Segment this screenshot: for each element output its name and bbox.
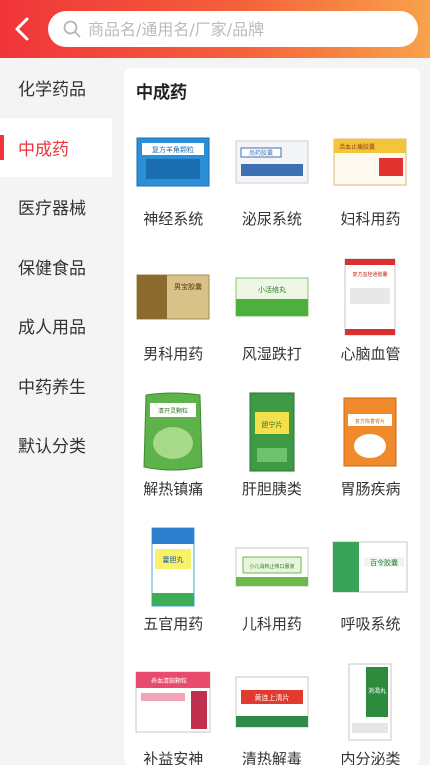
category-label: 神经系统 bbox=[143, 210, 204, 228]
category-tonic-sedative[interactable]: 养血清脑颗粒 补益安神 bbox=[124, 660, 223, 765]
svg-text:小活络丸: 小活络丸 bbox=[258, 285, 286, 294]
product-image: 百令胶囊 bbox=[331, 525, 409, 609]
category-sidebar: 化学药品 中成药 医疗器械 保健食品 成人用品 中药养生 默认分类 bbox=[0, 58, 112, 765]
svg-text:男宝胶囊: 男宝胶囊 bbox=[174, 282, 202, 291]
category-label: 妇科用药 bbox=[340, 210, 401, 228]
svg-text:小儿消积止咳口服液: 小儿消积止咳口服液 bbox=[249, 563, 294, 570]
category-label: 清热解毒 bbox=[241, 750, 302, 765]
category-andrology[interactable]: 男宝胶囊 男科用药 bbox=[124, 255, 223, 390]
sidebar-item-label: 保健食品 bbox=[18, 258, 86, 279]
product-image: 清开灵颗粒 bbox=[134, 390, 212, 474]
sidebar-item-adult-products[interactable]: 成人用品 bbox=[0, 296, 112, 356]
search-box[interactable] bbox=[48, 11, 418, 47]
svg-text:复方陈香胃片: 复方陈香胃片 bbox=[355, 418, 385, 425]
category-label: 内分泌类 bbox=[340, 750, 401, 765]
section-title: 中成药 bbox=[136, 83, 187, 103]
chevron-left-icon bbox=[15, 17, 29, 41]
sidebar-item-label: 默认分类 bbox=[18, 437, 86, 458]
category-respiratory[interactable]: 百令胶囊 呼吸系统 bbox=[321, 525, 420, 660]
category-label: 解热镇痛 bbox=[143, 480, 204, 498]
sidebar-item-medical-devices[interactable]: 医疗器械 bbox=[0, 177, 112, 237]
product-image: 胆宁片 bbox=[233, 390, 311, 474]
category-label: 儿科用药 bbox=[241, 615, 302, 633]
sidebar-item-tcm-wellness[interactable]: 中药养生 bbox=[0, 355, 112, 415]
category-label: 呼吸系统 bbox=[340, 615, 401, 633]
svg-text:养血清脑颗粒: 养血清脑颗粒 bbox=[151, 677, 187, 685]
product-image: 活血止痛胶囊 bbox=[331, 120, 409, 204]
category-urology[interactable]: 尚药胶囊 泌尿系统 bbox=[223, 120, 322, 255]
category-cardiovascular[interactable]: 复方血栓通胶囊 心脑血管 bbox=[321, 255, 420, 390]
category-ent-ophthalmology[interactable]: 藿胆丸 五官用药 bbox=[124, 525, 223, 660]
category-label: 泌尿系统 bbox=[241, 210, 302, 228]
sidebar-item-chemical-drugs[interactable]: 化学药品 bbox=[0, 58, 112, 118]
product-image: 黄连上清片 bbox=[233, 660, 311, 744]
sidebar-item-health-food[interactable]: 保健食品 bbox=[0, 236, 112, 296]
category-endocrine[interactable]: 消渴丸 内分泌类 bbox=[321, 660, 420, 765]
product-image: 尚药胶囊 bbox=[233, 120, 311, 204]
sidebar-item-label: 化学药品 bbox=[18, 80, 86, 101]
sidebar-item-label: 医疗器械 bbox=[18, 199, 86, 220]
sidebar-item-default-category[interactable]: 默认分类 bbox=[0, 415, 112, 475]
svg-text:清开灵颗粒: 清开灵颗粒 bbox=[158, 407, 188, 415]
sidebar-item-label: 中成药 bbox=[18, 139, 69, 160]
search-icon bbox=[63, 20, 81, 38]
category-heat-clearing-detox[interactable]: 黄连上清片 清热解毒 bbox=[223, 660, 322, 765]
product-image: 复方陈香胃片 bbox=[331, 390, 409, 474]
svg-text:胆宁片: 胆宁片 bbox=[261, 420, 282, 429]
category-antipyretic-analgesic[interactable]: 清开灵颗粒 解热镇痛 bbox=[124, 390, 223, 525]
svg-text:活血止痛胶囊: 活血止痛胶囊 bbox=[339, 143, 375, 151]
header-bar bbox=[0, 0, 430, 58]
category-label: 胃肠疾病 bbox=[340, 480, 401, 498]
category-rheumatism-trauma[interactable]: 小活络丸 风湿跌打 bbox=[223, 255, 322, 390]
product-image: 养血清脑颗粒 bbox=[134, 660, 212, 744]
svg-text:消渴丸: 消渴丸 bbox=[368, 687, 386, 695]
active-indicator bbox=[0, 134, 4, 160]
product-image: 男宝胶囊 bbox=[134, 255, 212, 339]
product-image: 复方血栓通胶囊 bbox=[331, 255, 409, 339]
category-grid: 复方羊角颗粒 神经系统 尚药胶囊 泌尿系统 活血止痛胶囊 妇科用药 男宝胶囊 男… bbox=[124, 120, 420, 765]
svg-text:复方血栓通胶囊: 复方血栓通胶囊 bbox=[353, 271, 388, 278]
category-label: 心脑血管 bbox=[340, 345, 401, 363]
product-image: 小儿消积止咳口服液 bbox=[233, 525, 311, 609]
category-label: 五官用药 bbox=[143, 615, 204, 633]
sidebar-item-label: 中药养生 bbox=[18, 377, 86, 398]
back-button[interactable] bbox=[6, 12, 40, 46]
category-hepatobiliary[interactable]: 胆宁片 肝胆胰类 bbox=[223, 390, 322, 525]
category-content-panel: 中成药 复方羊角颗粒 神经系统 尚药胶囊 泌尿系统 活血止痛胶囊 妇科用药 男宝… bbox=[124, 68, 420, 765]
sidebar-item-label: 成人用品 bbox=[18, 318, 86, 339]
product-image: 小活络丸 bbox=[233, 255, 311, 339]
category-neurology[interactable]: 复方羊角颗粒 神经系统 bbox=[124, 120, 223, 255]
svg-text:尚药胶囊: 尚药胶囊 bbox=[249, 149, 273, 157]
category-gastrointestinal[interactable]: 复方陈香胃片 胃肠疾病 bbox=[321, 390, 420, 525]
search-input[interactable] bbox=[88, 19, 398, 39]
svg-text:百令胶囊: 百令胶囊 bbox=[370, 558, 398, 567]
svg-text:藿胆丸: 藿胆丸 bbox=[163, 555, 184, 564]
product-image: 复方羊角颗粒 bbox=[134, 120, 212, 204]
product-image: 藿胆丸 bbox=[134, 525, 212, 609]
svg-text:复方羊角颗粒: 复方羊角颗粒 bbox=[152, 145, 194, 154]
svg-text:黄连上清片: 黄连上清片 bbox=[254, 693, 289, 702]
product-image: 消渴丸 bbox=[331, 660, 409, 744]
category-gynecology[interactable]: 活血止痛胶囊 妇科用药 bbox=[321, 120, 420, 255]
sidebar-item-chinese-patent-medicine[interactable]: 中成药 bbox=[0, 117, 112, 177]
category-pediatrics[interactable]: 小儿消积止咳口服液 儿科用药 bbox=[223, 525, 322, 660]
category-label: 男科用药 bbox=[143, 345, 204, 363]
category-label: 肝胆胰类 bbox=[241, 480, 302, 498]
category-label: 风湿跌打 bbox=[241, 345, 302, 363]
category-label: 补益安神 bbox=[143, 750, 204, 765]
